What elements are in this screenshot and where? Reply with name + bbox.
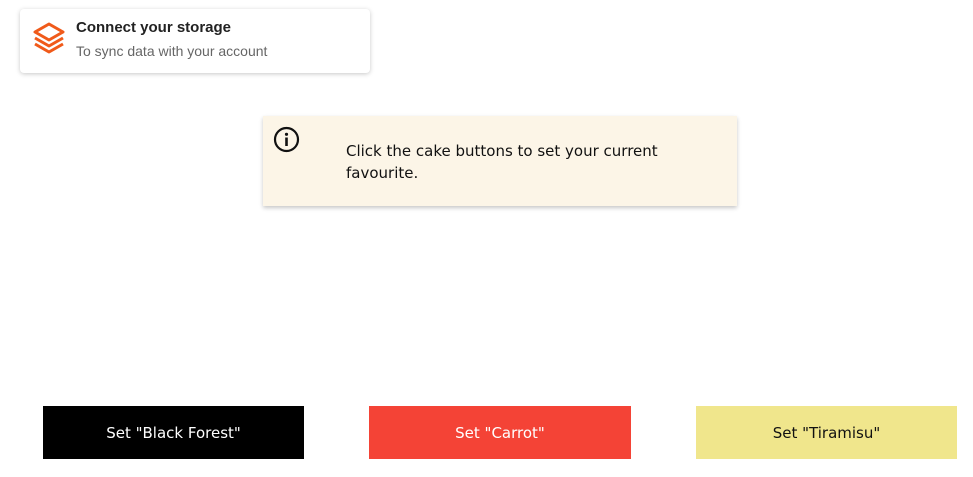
connect-storage-card[interactable]: Connect your storage To sync data with y… bbox=[20, 9, 370, 73]
set-tiramisu-button[interactable]: Set "Tiramisu" bbox=[696, 406, 957, 459]
stacked-layers-icon bbox=[33, 22, 65, 54]
set-black-forest-button[interactable]: Set "Black Forest" bbox=[43, 406, 304, 459]
storage-card-title: Connect your storage bbox=[76, 19, 232, 36]
info-circle-icon bbox=[273, 126, 300, 153]
page: Connect your storage To sync data with y… bbox=[0, 0, 973, 477]
storage-card-subtitle: To sync data with your account bbox=[76, 43, 268, 59]
notice-message: Click the cake buttons to set your curre… bbox=[346, 142, 658, 182]
set-carrot-button[interactable]: Set "Carrot" bbox=[369, 406, 631, 459]
info-notice: Click the cake buttons to set your curre… bbox=[263, 116, 737, 206]
